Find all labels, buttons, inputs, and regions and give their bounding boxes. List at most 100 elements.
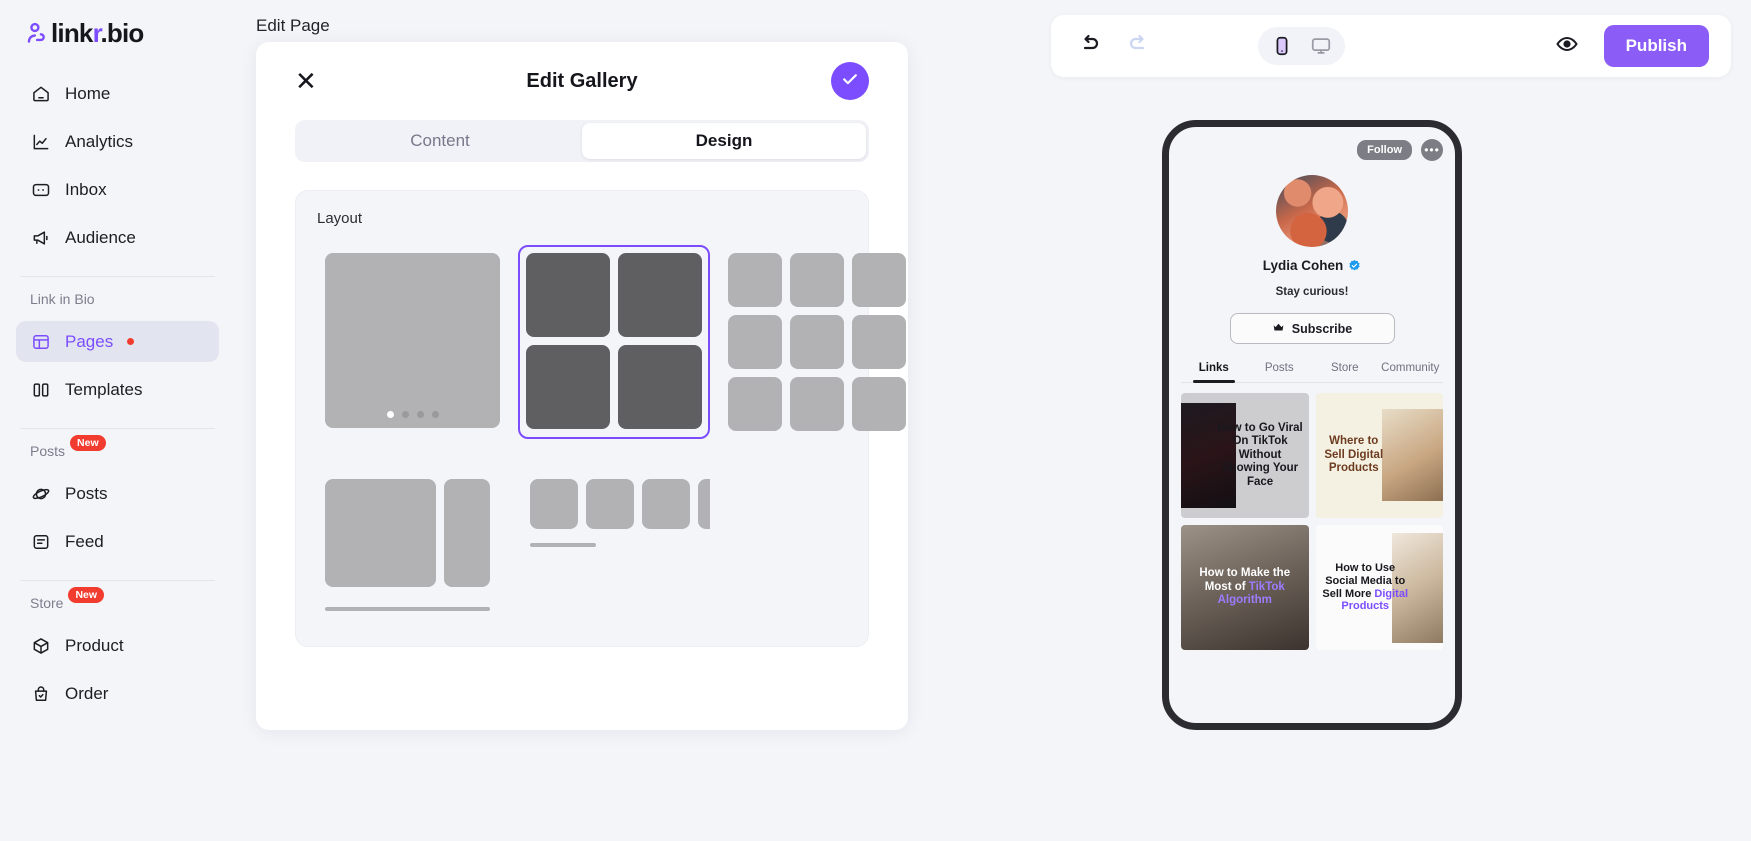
brand-logo[interactable]: linkr.bio (16, 0, 219, 73)
carousel-dot (386, 411, 394, 418)
sidebar-item-label: Analytics (65, 131, 134, 151)
preview-pane: Publish Follow ••• Lydia Cohen Stay curi… (1051, 0, 1751, 841)
sidebar-item-label: Audience (65, 227, 136, 247)
follow-button[interactable]: Follow (1357, 140, 1412, 160)
preview-button[interactable] (1550, 29, 1584, 63)
confirm-button[interactable] (831, 62, 869, 100)
layout-section-label: Layout (317, 210, 363, 227)
sidebar-item-product[interactable]: Product (16, 625, 219, 666)
avatar (1276, 175, 1348, 247)
sidebar-item-label: Inbox (65, 179, 107, 199)
gallery-card[interactable]: Where to Sell Digital Products (1315, 393, 1443, 518)
check-icon (840, 69, 860, 94)
gallery-grid: How to Go Viral On TikTok Without Showin… (1181, 393, 1443, 650)
grid-cell (728, 377, 782, 431)
modal-title: Edit Gallery (526, 69, 638, 92)
layout-option-carousel-single[interactable] (317, 245, 508, 439)
sidebar-item-templates[interactable]: Templates (16, 369, 219, 410)
brand-name: linkr.bio (51, 18, 144, 48)
grid-cell (852, 253, 906, 307)
preview-tab-store[interactable]: Store (1312, 362, 1378, 382)
verified-badge-icon (1348, 259, 1361, 272)
layout-preview-tile (526, 253, 702, 429)
grid-cell (852, 377, 906, 431)
sidebar-item-audience[interactable]: Audience (16, 217, 219, 258)
more-options-icon[interactable]: ••• (1421, 139, 1443, 161)
layout-preview-tile (325, 253, 500, 428)
new-badge: New (70, 435, 106, 452)
carousel-dot (431, 411, 439, 418)
grid-cell (530, 479, 578, 529)
sidebar-item-label: Feed (65, 531, 104, 551)
profile-name-row: Lydia Cohen (1181, 258, 1443, 273)
grid-cell (325, 479, 436, 587)
sidebar-item-analytics[interactable]: Analytics (16, 121, 219, 162)
gallery-card[interactable]: How to Make the Most of TikTok Algorithm (1181, 525, 1309, 650)
sidebar-item-label: Templates (65, 379, 143, 399)
main-content: Edit Page ✕ Edit Gallery Content Design … (235, 0, 1051, 841)
sidebar-item-posts[interactable]: Posts (16, 473, 219, 514)
close-icon[interactable]: ✕ (295, 68, 323, 94)
sidebar-item-feed[interactable]: Feed (16, 521, 219, 562)
grid-cell (698, 479, 710, 529)
card-title: How to Use Social Media to Sell More Dig… (1322, 561, 1409, 613)
divider (20, 276, 215, 277)
section-label-posts: Posts New (16, 435, 219, 463)
grid-cell (618, 345, 702, 429)
section-label-link-in-bio: Link in Bio (30, 291, 95, 307)
edit-gallery-modal: ✕ Edit Gallery Content Design Layout (256, 42, 908, 730)
home-icon (30, 83, 51, 104)
layout-option-thumbnail-strip[interactable] (522, 471, 718, 555)
grid-cell (526, 253, 610, 337)
page-title: Edit Page (256, 16, 330, 35)
tab-design[interactable]: Design (582, 123, 866, 159)
preview-tab-posts[interactable]: Posts (1247, 362, 1313, 382)
subscribe-button[interactable]: Subscribe (1229, 313, 1395, 344)
redo-button[interactable] (1121, 29, 1155, 63)
sidebar-item-home[interactable]: Home (16, 73, 219, 114)
device-switch (1257, 27, 1345, 65)
sidebar-item-pages[interactable]: Pages (16, 321, 219, 362)
preview-tab-links[interactable]: Links (1181, 362, 1247, 383)
eye-icon (1555, 32, 1579, 61)
sidebar: linkr.bio Home Analytics Inbox Audience … (0, 0, 235, 841)
layout-preview-tile (728, 253, 906, 431)
preview-tabs: Links Posts Store Community (1181, 362, 1443, 383)
chart-line-icon (30, 131, 51, 152)
grid-cell (728, 315, 782, 369)
scroll-indicator (530, 543, 596, 547)
history-controls (1073, 29, 1155, 63)
layout-panel-icon (30, 331, 51, 352)
layout-option-grid-2x2[interactable] (518, 245, 710, 439)
preview-tab-community[interactable]: Community (1378, 362, 1444, 382)
grid-cell (586, 479, 634, 529)
profile-bio: Stay curious! (1275, 286, 1349, 298)
gallery-card[interactable]: How to Go Viral On TikTok Without Showin… (1181, 393, 1309, 518)
publish-button[interactable]: Publish (1603, 25, 1709, 67)
grid-cell (618, 253, 702, 337)
phone-screen: Follow ••• Lydia Cohen Stay curious! Sub… (1169, 127, 1455, 723)
redo-icon (1126, 32, 1150, 61)
planet-icon (30, 483, 51, 504)
phone-preview: Follow ••• Lydia Cohen Stay curious! Sub… (1162, 120, 1462, 730)
desktop-icon[interactable] (1303, 31, 1339, 61)
profile-display-name: Lydia Cohen (1262, 258, 1344, 273)
columns-icon (30, 379, 51, 400)
scroll-indicator (325, 607, 490, 611)
grid-cell (790, 377, 844, 431)
new-badge: New (68, 587, 105, 604)
grid-cell (444, 479, 490, 587)
gallery-card[interactable]: How to Use Social Media to Sell More Dig… (1315, 525, 1443, 650)
mobile-icon[interactable] (1264, 31, 1300, 61)
layout-option-grid-3x3[interactable] (720, 245, 914, 439)
layout-preview-tile (530, 479, 710, 529)
grid-cell (852, 315, 906, 369)
tab-content[interactable]: Content (298, 123, 582, 159)
layout-option-wide-pair[interactable] (317, 471, 498, 619)
sidebar-item-order[interactable]: Order (16, 673, 219, 714)
carousel-dot (401, 411, 409, 418)
grid-cell (642, 479, 690, 529)
sidebar-item-inbox[interactable]: Inbox (16, 169, 219, 210)
undo-button[interactable] (1073, 29, 1107, 63)
modal-tabs: Content Design (295, 120, 869, 162)
